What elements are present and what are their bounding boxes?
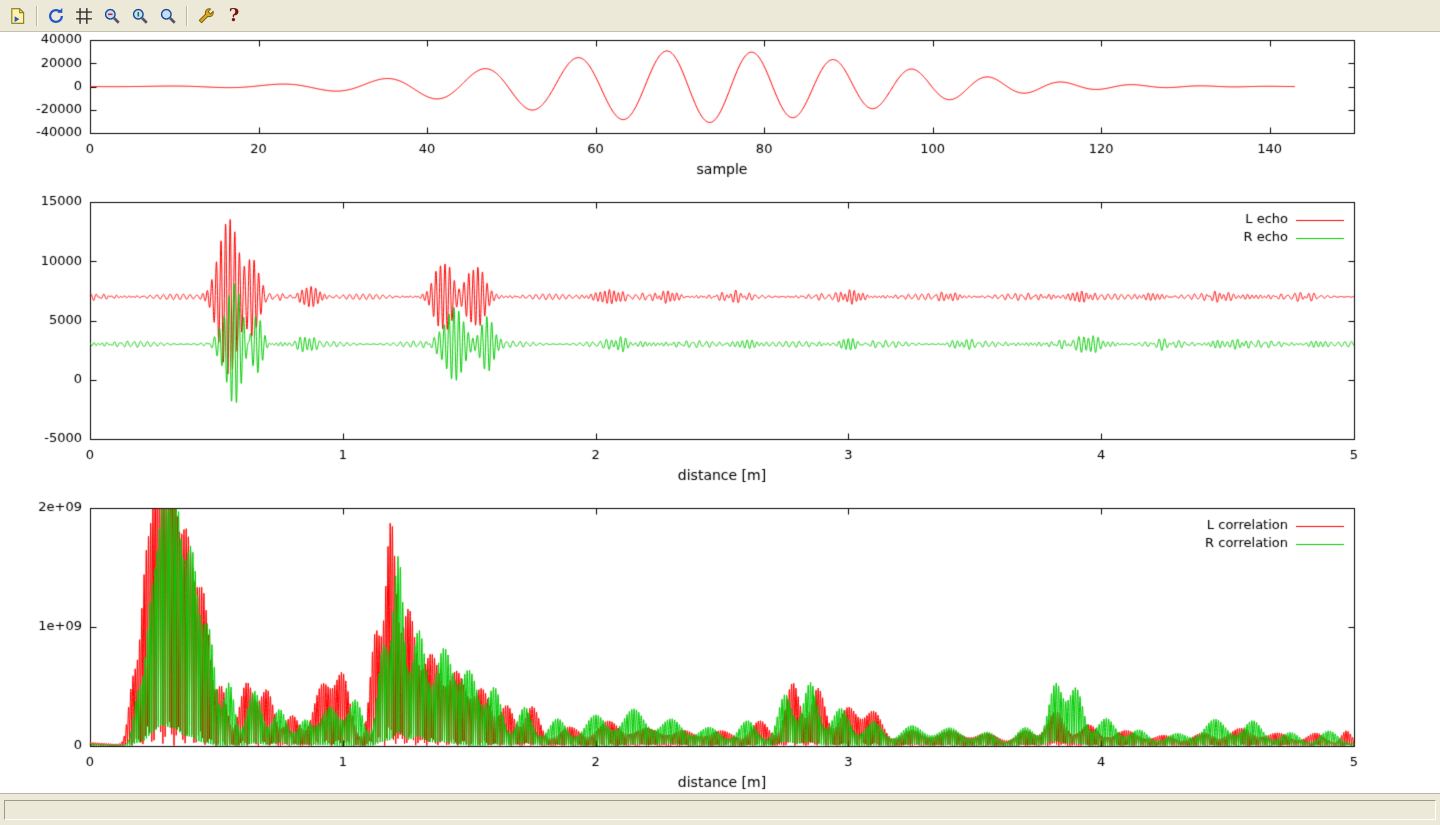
echo-plot-canvas[interactable] [0,190,1440,500]
gnuplot-window: ? [0,0,1440,825]
replot-button[interactable] [43,3,69,29]
status-bar [0,793,1440,825]
plot-area [0,32,1440,793]
refresh-icon [47,7,65,25]
autoscale-button[interactable] [155,3,181,29]
zoom-next-icon [131,7,149,25]
copy-icon [9,7,27,25]
wrench-icon [197,7,215,25]
help-icon: ? [229,5,240,26]
grid-icon [75,7,93,25]
toolbar-separator [186,6,188,26]
zoom-reset-icon [159,7,177,25]
zoom-previous-button[interactable] [99,3,125,29]
zoom-next-button[interactable] [127,3,153,29]
status-field [4,800,1436,820]
correlation-plot-canvas[interactable] [0,500,1440,793]
toolbar: ? [0,0,1440,32]
configure-button[interactable] [193,3,219,29]
toggle-grid-button[interactable] [71,3,97,29]
toolbar-separator [36,6,38,26]
help-button[interactable]: ? [221,3,247,29]
copy-to-clipboard-button[interactable] [5,3,31,29]
waveform-plot-canvas[interactable] [0,32,1440,190]
zoom-previous-icon [103,7,121,25]
